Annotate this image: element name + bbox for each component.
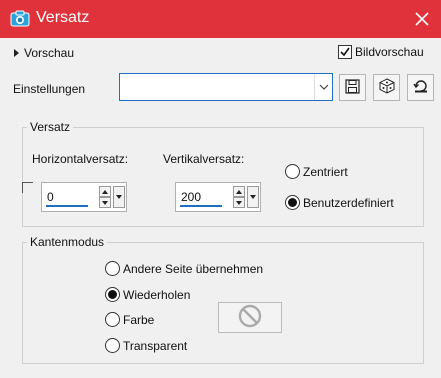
- vertical-offset-input[interactable]: 200: [180, 190, 222, 207]
- dropdown-arrow-icon[interactable]: [113, 186, 125, 208]
- checkbox-checked-icon: [338, 45, 352, 59]
- no-color-icon: [238, 304, 262, 331]
- radio-farbe[interactable]: Farbe: [105, 312, 154, 327]
- radio-zentriert[interactable]: Zentriert: [285, 164, 348, 179]
- reset-icon: [412, 78, 429, 97]
- radio-icon: [105, 312, 120, 327]
- horizontal-offset-spinner[interactable]: 0: [41, 182, 127, 212]
- radio-selected-icon: [285, 195, 300, 210]
- close-icon[interactable]: [403, 0, 441, 38]
- horizontal-offset-label: Horizontalversatz:: [32, 152, 129, 166]
- bildvorschau-checkbox[interactable]: Bildvorschau: [338, 45, 424, 59]
- dice-icon: [379, 78, 395, 97]
- dropdown-arrow-icon[interactable]: [247, 186, 259, 208]
- decrement-icon[interactable]: [233, 197, 245, 208]
- versatz-group: [22, 127, 424, 227]
- decrement-icon[interactable]: [99, 197, 111, 208]
- radio-andere-seite-label: Andere Seite übernehmen: [123, 261, 264, 276]
- radio-transparent[interactable]: Transparent: [105, 338, 187, 353]
- title-bar: Versatz: [0, 0, 441, 38]
- link-toggle[interactable]: [22, 182, 33, 193]
- radio-icon: [105, 261, 120, 276]
- preview-toggle[interactable]: Vorschau: [14, 46, 74, 60]
- radio-wiederholen[interactable]: Wiederholen: [105, 287, 190, 302]
- radio-benutzerdefiniert[interactable]: Benutzerdefiniert: [285, 195, 394, 210]
- settings-label: Einstellungen: [13, 82, 86, 96]
- radio-andere-seite[interactable]: Andere Seite übernehmen: [105, 261, 263, 276]
- radio-wiederholen-label: Wiederholen: [123, 287, 191, 302]
- expand-arrow-icon: [14, 49, 19, 57]
- radio-icon: [285, 164, 300, 179]
- radio-farbe-label: Farbe: [123, 312, 155, 327]
- randomize-button[interactable]: [373, 74, 400, 101]
- camera-icon: [10, 10, 30, 28]
- save-icon: [345, 78, 360, 97]
- radio-benutzerdefiniert-label: Benutzerdefiniert: [303, 195, 394, 210]
- chevron-down-icon: [314, 74, 332, 100]
- increment-icon[interactable]: [233, 186, 245, 197]
- versatz-group-title: Versatz: [27, 120, 74, 134]
- vertical-offset-label: Vertikalversatz:: [163, 152, 245, 166]
- horizontal-offset-input[interactable]: 0: [46, 190, 88, 207]
- kantenmodus-group-title: Kantenmodus: [27, 235, 108, 249]
- radio-zentriert-label: Zentriert: [303, 164, 348, 179]
- radio-icon: [105, 338, 120, 353]
- radio-transparent-label: Transparent: [123, 338, 188, 353]
- settings-dropdown[interactable]: [119, 73, 333, 101]
- bildvorschau-label: Bildvorschau: [355, 45, 424, 59]
- vertical-offset-spinner[interactable]: 200: [175, 182, 261, 212]
- preview-label: Vorschau: [24, 46, 75, 60]
- color-swatch[interactable]: [218, 302, 282, 333]
- reset-button[interactable]: [407, 74, 434, 101]
- radio-selected-icon: [105, 287, 120, 302]
- window-title: Versatz: [36, 9, 90, 26]
- save-settings-button[interactable]: [339, 74, 366, 101]
- increment-icon[interactable]: [99, 186, 111, 197]
